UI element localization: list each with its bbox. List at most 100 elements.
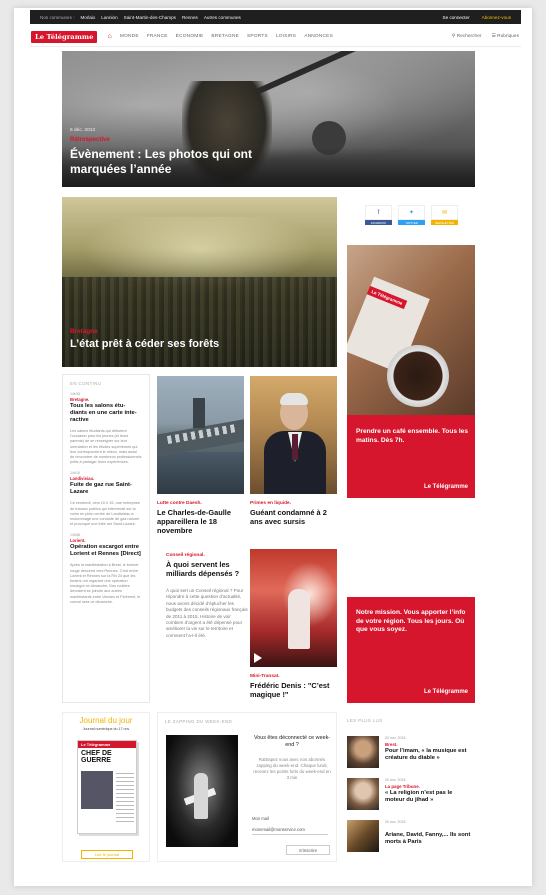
item-title[interactable]: Opération escargot entre Lorient et Renn… [70,544,142,558]
zapping-description: Rattrapez vous avec nos abonnés zapping … [253,757,331,780]
item-category: La page Tribune. [385,784,420,789]
article-image [157,376,244,494]
item-title[interactable]: Tous les salons étu-diants en une carte … [70,403,142,424]
zapping-image [166,735,238,847]
nav-item-sports[interactable]: SPORTS [247,34,268,39]
commune-link-autres[interactable]: Autres communes [204,15,241,20]
item-category: Lorient. [70,538,86,544]
item-title[interactable]: Ariane, David, Fanny,... Ils sont morts … [385,832,473,846]
communes-label: Nos communes : [40,14,75,20]
nav-item-france[interactable]: FRANCE [147,34,168,39]
email-label: Mon mail [252,816,269,821]
list-item[interactable]: 14h10 Landivisiau. Fuite de gaz rue Sain… [70,471,142,527]
item-category: Bretagne. [70,397,90,402]
item-time: 20 nov. 2015 [385,778,406,782]
share-twitter-button[interactable]: ✦ Twitter [398,205,425,229]
en-continu-panel: En continu 14h35 Bretagne. Tous les salo… [62,374,150,703]
hero-date: 6 déc. 2013 [70,128,96,133]
share-facebook-label: Facebook [365,220,392,225]
item-time: 14h10 [70,471,80,476]
en-continu-heading: En continu [70,381,102,386]
ad-mission[interactable]: Notre mission. Vous apporter l’info de v… [347,597,475,703]
item-summary: Les salons étudiants qui débutent l’occa… [70,429,142,465]
commune-link-morlaix[interactable]: Morlaix [80,15,95,20]
article-category: Primes en liquide. [250,501,292,506]
item-title[interactable]: « La religion n’est pas le moteur du jih… [385,790,473,804]
nav-item-monde[interactable]: MONDE [120,34,139,39]
nav-item-annonces[interactable]: ANNONCES [304,34,333,39]
search-label: Rechercher [456,34,482,39]
email-field[interactable] [252,825,328,835]
article-card-frederic-denis[interactable]: Mini-Transat. Frédéric Denis : "C’est ma… [250,549,337,699]
zapping-heading: Le zapping du week-end [165,719,233,724]
item-summary: Après la manifestation à Brest, le bonne… [70,563,141,604]
top-bar: Nos communes : Morlaix Lannion Saint-Mar… [30,10,521,24]
list-item[interactable]: 20 nov. 2015 Ariane, David, Fanny,... Il… [347,820,475,856]
most-read-heading: Les plus lus [347,718,383,723]
item-title[interactable]: Pour l’imam, « la musique est créature d… [385,748,473,762]
journal-subtitle: Journal numérique du 17 nov [82,727,130,731]
article-title[interactable]: Le Charles-de-Gaulle appareillera le 18 … [157,508,244,535]
article-video[interactable] [250,549,337,667]
site-logo[interactable]: Le Télégramme [31,30,98,43]
commune-link-saint-martin[interactable]: Saint-Martin-des-Champs [124,15,176,20]
article-title[interactable]: Guéant condamné à 2 ans avec sursis [250,508,337,526]
most-read-panel: Les plus lus 20 nov. 2015 Brest. Pour l’… [347,712,475,862]
article-card-gueant[interactable]: Primes en liquide. Guéant condamné à 2 a… [250,376,337,526]
item-time: 13h58 [70,533,80,538]
share-mail-label: Newsletter [431,220,458,225]
search-icon: ⚲ [451,34,456,39]
share-mail-button[interactable]: ✉ Newsletter [431,205,458,229]
list-item-thumbnail [347,778,379,810]
zapping-weekend: Le zapping du week-end Vous êtes déconne… [157,712,337,862]
commune-link-rennes[interactable]: Rennes [182,15,198,20]
forest-category: Bretagne [70,328,98,335]
list-item[interactable]: 14h35 Bretagne. Tous les salons étu-dian… [70,392,142,465]
article-card-charles-de-gaulle[interactable]: Lutte contre Daesh. Le Charles-de-Gaulle… [157,376,244,535]
list-item[interactable]: 13h58 Lorient. Opération escargot entre … [70,533,142,605]
list-item[interactable]: 20 nov. 2015 La page Tribune. « La relig… [347,778,475,814]
login-link[interactable]: Se connecter [443,15,470,20]
journal-cover[interactable]: Le Télégramme CHEF DE GUERRE [77,740,137,834]
hero-article[interactable]: 6 déc. 2013 Rétrospective Évènement : Le… [62,51,475,187]
journal-cover-headline: CHEF DE GUERRE [81,750,112,764]
share-facebook-button[interactable]: f Facebook [365,205,392,229]
nav-item-bretagne[interactable]: BRETAGNE [211,34,239,39]
item-summary: Ce vendredi, vers 10 h 15, une entrepris… [70,501,140,527]
subscribe-button[interactable]: S’inscrire [286,845,330,855]
article-summary: À quoi sert un Conseil régional ? Pour r… [166,588,248,638]
menu-icon: ☰ [491,34,496,39]
subscribe-link[interactable]: Abonnez-vous [482,15,511,20]
ad-coffee-brand: Le Télégramme [423,484,468,490]
item-time: 20 nov. 2015 [385,736,406,740]
header-actions: ⚲ Rechercher ☰ Rubriques [452,34,519,39]
zapping-question: Vous êtes déconnecté ce week-end ? [253,735,331,748]
ad-coffee[interactable]: Le Télégramme Prendre un café ensemble. … [347,245,475,498]
article-category: Mini-Transat. [250,674,280,679]
article-conseil-regional[interactable]: Conseil régional. À quoi servent les mil… [166,553,248,639]
play-icon[interactable] [254,653,262,663]
list-item-thumbnail [347,820,379,852]
commune-link-lannion[interactable]: Lannion [101,15,117,20]
item-title[interactable]: Fuite de gaz rue Saint-Lazare [70,482,142,496]
forest-title[interactable]: L’état prêt à céder ses forêts [70,338,219,350]
read-journal-button[interactable]: Lire le journal [81,850,133,859]
list-item[interactable]: 20 nov. 2015 Brest. Pour l’imam, « la mu… [347,736,475,772]
article-title[interactable]: Frédéric Denis : "C’est magique !" [250,681,337,699]
article-title[interactable]: À quoi servent les milliards dépensés ? [166,560,248,578]
nav-item-economie[interactable]: ÉCONOMIE [176,34,204,39]
search-button[interactable]: ⚲ Rechercher [452,34,482,39]
item-category: Landivisiau. [70,476,95,482]
nav-item-loisirs[interactable]: LOISIRS [276,34,296,39]
home-icon[interactable]: ⌂ [107,33,111,40]
mail-icon: ✉ [431,205,458,220]
rubriques-button[interactable]: ☰ Rubriques [491,34,519,39]
list-item-thumbnail [347,736,379,768]
item-category: Brest. [385,742,398,747]
hero-title[interactable]: Évènement : Les photos qui ont marquées … [70,147,310,177]
item-time: 14h35 [70,392,80,396]
journal-du-jour: Journal du jour Journal numérique du 17 … [62,712,150,862]
share-twitter-label: Twitter [398,220,425,225]
facebook-icon: f [365,205,392,220]
forest-article[interactable]: Bretagne L’état prêt à céder ses forêts [62,197,337,367]
